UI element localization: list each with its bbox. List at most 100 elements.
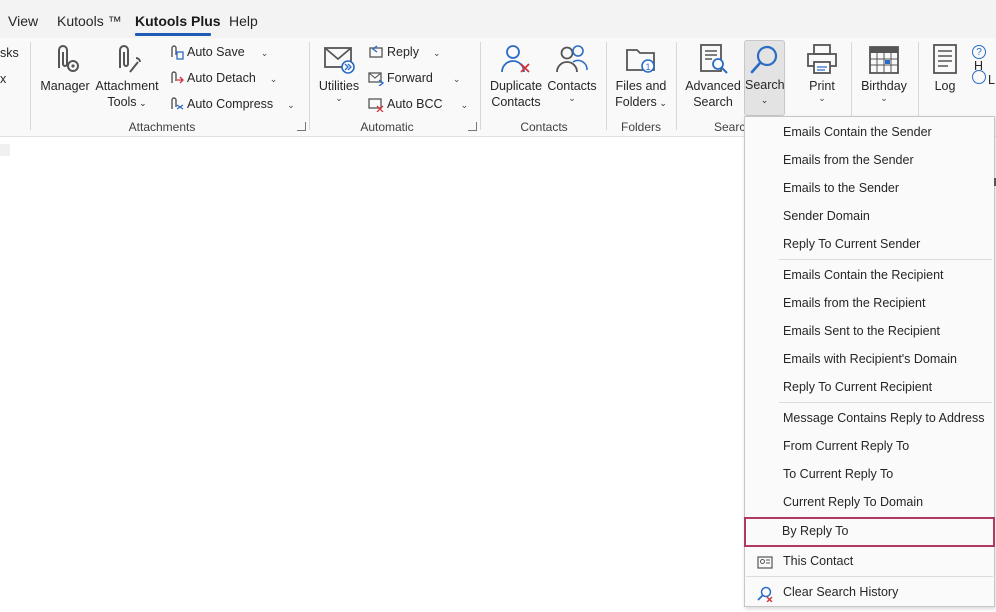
tab-kutools-plus[interactable]: Kutools Plus <box>135 13 221 29</box>
partial-x-label[interactable]: x <box>0 72 6 86</box>
birthday-label: Birthday <box>861 79 907 93</box>
log-button[interactable]: Log <box>925 42 965 94</box>
auto-bcc-button[interactable]: Auto BCC ⌄ <box>368 93 468 115</box>
print-button[interactable]: Print ⌄ <box>798 42 846 103</box>
files-and-folders-label-line2: Folders <box>615 95 657 109</box>
reply-label: Reply <box>387 45 419 59</box>
log-document-icon <box>928 42 962 76</box>
active-tab-indicator <box>135 33 211 36</box>
auto-detach-button[interactable]: Auto Detach ⌄ <box>168 67 277 89</box>
ribbon-separator <box>309 42 310 130</box>
contacts-button[interactable]: Contacts ⌄ <box>546 42 598 103</box>
printer-icon <box>805 42 839 76</box>
advanced-search-button[interactable]: Advanced Search <box>684 42 742 110</box>
tab-help[interactable]: Help <box>229 13 258 29</box>
menu-item-reply-to-current-sender[interactable]: Reply To Current Sender <box>745 230 994 258</box>
contacts-people-icon <box>555 42 589 76</box>
calendar-icon <box>867 42 901 76</box>
paperclip-detach-icon <box>168 70 184 86</box>
help-partial[interactable]: ?H <box>972 44 996 73</box>
ribbon-separator <box>480 42 481 130</box>
language-partial-label: L <box>988 73 995 87</box>
auto-detach-label: Auto Detach <box>187 71 256 85</box>
log-label: Log <box>934 79 956 93</box>
menu-item-emails-recipient-domain[interactable]: Emails with Recipient's Domain <box>745 345 994 373</box>
ribbon-separator <box>606 42 607 130</box>
attachment-tools-label-line1: Attachment <box>95 79 159 93</box>
menu-separator <box>746 576 993 577</box>
menu-item-emails-sent-to-recipient[interactable]: Emails Sent to the Recipient <box>745 317 994 345</box>
auto-compress-label: Auto Compress <box>187 97 274 111</box>
duplicate-contacts-label-line1: Duplicate <box>489 79 543 93</box>
chevron-down-icon: ⌄ <box>760 95 769 105</box>
advanced-search-label-line2: Search <box>693 95 733 109</box>
automatic-dialog-launcher[interactable] <box>468 122 477 131</box>
files-and-folders-button[interactable]: 1 Files and Folders ⌄ <box>612 42 670 111</box>
utilities-button[interactable]: Utilities ⌄ <box>316 42 362 103</box>
attachments-group-label: Attachments <box>128 120 196 134</box>
auto-save-button[interactable]: Auto Save ⌄ <box>168 41 268 63</box>
partial-tasks-label[interactable]: sks <box>0 46 19 60</box>
this-contact-label: This Contact <box>783 554 854 568</box>
duplicate-contacts-button[interactable]: Duplicate Contacts <box>488 42 544 110</box>
folder-number-icon: 1 <box>624 42 658 76</box>
clear-search-history-label: Clear Search History <box>783 585 899 599</box>
manager-button[interactable]: Manager <box>40 42 90 94</box>
advanced-search-label-line1: Advanced <box>685 79 741 93</box>
menu-item-by-reply-to[interactable]: By Reply To <box>744 517 995 547</box>
menu-item-emails-contain-recipient[interactable]: Emails Contain the Recipient <box>745 261 994 289</box>
clear-search-icon <box>757 584 773 603</box>
language-partial[interactable]: L <box>972 70 996 87</box>
forward-button[interactable]: Forward ⌄ <box>368 67 460 89</box>
folders-group-label: Folders <box>620 120 661 134</box>
paperclip-compress-icon <box>168 96 184 112</box>
search-dropdown-menu: Emails Contain the Sender Emails from th… <box>744 116 995 607</box>
tab-view[interactable]: View <box>8 13 38 29</box>
menu-item-to-current-reply-to[interactable]: To Current Reply To <box>745 460 994 488</box>
magnifier-icon <box>748 43 782 77</box>
attachment-tools-button[interactable]: Attachment Tools ⌄ <box>94 42 160 111</box>
files-and-folders-label-line1: Files and <box>615 79 667 93</box>
menu-item-current-reply-to-domain[interactable]: Current Reply To Domain <box>745 488 994 516</box>
paperclip-disk-icon <box>168 44 184 60</box>
menu-bar: View Kutools ™ Kutools Plus Help <box>0 0 996 38</box>
envelope-forward-icon <box>322 42 356 76</box>
menu-item-message-contains-reply-to[interactable]: Message Contains Reply to Address <box>745 404 994 432</box>
contacts-group-label: Contacts <box>520 120 568 134</box>
menu-item-this-contact[interactable]: This Contact <box>745 547 994 575</box>
menu-item-emails-from-recipient[interactable]: Emails from the Recipient <box>745 289 994 317</box>
menu-item-reply-to-current-recipient[interactable]: Reply To Current Recipient <box>745 373 994 401</box>
utilities-label: Utilities <box>318 79 360 93</box>
auto-compress-button[interactable]: Auto Compress ⌄ <box>168 93 295 115</box>
manager-label: Manager <box>40 79 90 93</box>
svg-text:1: 1 <box>646 62 651 72</box>
menu-separator <box>779 259 992 260</box>
attachment-tools-label-line2: Tools <box>107 95 137 109</box>
search-button[interactable]: Search ⌄ <box>744 40 785 116</box>
birthday-button[interactable]: Birthday ⌄ <box>858 42 910 103</box>
menu-item-emails-to-sender[interactable]: Emails to the Sender <box>745 174 994 202</box>
envelope-bcc-icon <box>368 96 384 113</box>
paperclip-wrench-icon <box>110 42 144 76</box>
envelope-forward-small-icon <box>368 70 385 87</box>
automatic-group-label: Automatic <box>360 120 414 134</box>
auto-bcc-label: Auto BCC <box>387 97 443 111</box>
search-label: Search <box>745 78 785 92</box>
menu-item-from-current-reply-to[interactable]: From Current Reply To <box>745 432 994 460</box>
forward-label: Forward <box>387 71 433 85</box>
attachments-dialog-launcher[interactable] <box>297 122 306 131</box>
menu-item-emails-contain-sender[interactable]: Emails Contain the Sender <box>745 118 994 146</box>
tab-kutools[interactable]: Kutools ™ <box>57 13 122 29</box>
help-icon: ? <box>972 45 986 59</box>
menu-item-sender-domain[interactable]: Sender Domain <box>745 202 994 230</box>
ribbon-separator <box>30 42 31 130</box>
content-area-stub <box>0 144 10 156</box>
print-label: Print <box>809 79 835 93</box>
paperclip-gear-icon <box>48 42 82 76</box>
people-remove-icon <box>499 42 533 76</box>
auto-save-label: Auto Save <box>187 45 245 59</box>
reply-button[interactable]: Reply ⌄ <box>368 41 441 63</box>
menu-item-clear-search-history[interactable]: Clear Search History <box>745 578 994 606</box>
menu-item-emails-from-sender[interactable]: Emails from the Sender <box>745 146 994 174</box>
envelope-reply-icon <box>368 44 384 60</box>
